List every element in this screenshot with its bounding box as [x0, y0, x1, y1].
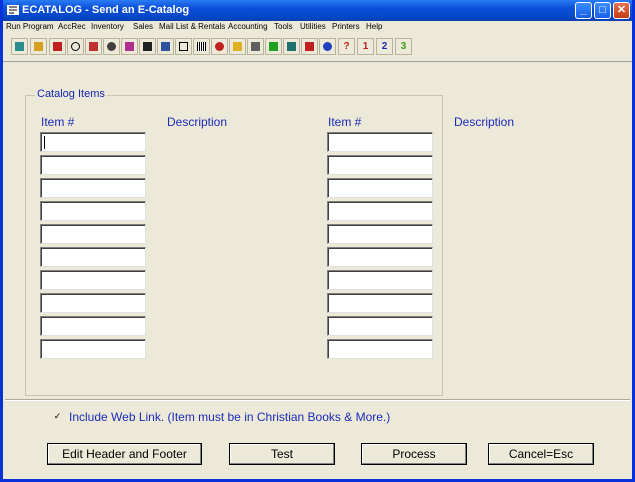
network-icon[interactable]: [157, 38, 174, 55]
maximize-button[interactable]: □: [594, 2, 611, 19]
number-two-icon[interactable]: 2: [376, 38, 393, 55]
item-number-input-left[interactable]: [40, 270, 146, 290]
checklist-icon[interactable]: [121, 38, 138, 55]
item-number-input-left[interactable]: [40, 247, 146, 267]
help-icon[interactable]: ?: [338, 38, 355, 55]
item-number-input-left[interactable]: [40, 132, 146, 152]
phone-icon[interactable]: [103, 38, 120, 55]
item-number-input-left[interactable]: [40, 178, 146, 198]
lock-icon[interactable]: [229, 38, 246, 55]
tag-icon[interactable]: [301, 38, 318, 55]
menu-accrec[interactable]: AccRec: [58, 22, 86, 31]
toolbar: ? 1 2 3: [3, 34, 632, 62]
clock-icon[interactable]: [67, 38, 84, 55]
item-number-input-right[interactable]: [327, 293, 433, 313]
ecatalog-window: ECATALOG - Send an E-Catalog _ □ ✕ Run P…: [0, 0, 635, 482]
item-number-input-right[interactable]: [327, 178, 433, 198]
menu-utilities[interactable]: Utilities: [300, 22, 326, 31]
include-web-link-checkbox[interactable]: ✓: [53, 412, 62, 421]
item-number-input-left[interactable]: [40, 224, 146, 244]
gold-icon[interactable]: [30, 38, 47, 55]
chart-icon[interactable]: [265, 38, 282, 55]
item-number-input-right[interactable]: [327, 316, 433, 336]
app-icon: [7, 5, 19, 15]
item-number-input-left[interactable]: [40, 316, 146, 336]
title-bar: ECATALOG - Send an E-Catalog _ □ ✕: [3, 0, 632, 21]
minimize-button[interactable]: _: [575, 2, 592, 19]
item-number-input-right[interactable]: [327, 247, 433, 267]
menu-inventory[interactable]: Inventory: [91, 22, 124, 31]
number-one-icon[interactable]: 1: [357, 38, 374, 55]
item-number-input-right[interactable]: [327, 132, 433, 152]
calculator-icon[interactable]: [11, 38, 28, 55]
cancel-button[interactable]: Cancel=Esc: [488, 443, 594, 465]
group-title: Catalog Items: [35, 88, 107, 100]
menu-sales[interactable]: Sales: [133, 22, 153, 31]
menu-help[interactable]: Help: [366, 22, 382, 31]
description-header-right: Description: [454, 115, 515, 129]
menu-mail-list[interactable]: Mail List & Rentals: [159, 22, 225, 31]
item-number-input-right[interactable]: [327, 339, 433, 359]
menu-accounting[interactable]: Accounting: [228, 22, 268, 31]
text-caret: [44, 136, 45, 149]
cabinet-icon[interactable]: [247, 38, 264, 55]
item-number-input-left[interactable]: [40, 201, 146, 221]
globe-icon[interactable]: [319, 38, 336, 55]
item-number-header-left: Item #: [41, 115, 75, 129]
calendar-icon[interactable]: [85, 38, 102, 55]
test-button[interactable]: Test: [229, 443, 335, 465]
item-number-input-right[interactable]: [327, 224, 433, 244]
item-number-input-right[interactable]: [327, 201, 433, 221]
edit-header-footer-button[interactable]: Edit Header and Footer: [47, 443, 202, 465]
item-number-input-left[interactable]: [40, 155, 146, 175]
window-icon[interactable]: [283, 38, 300, 55]
process-button[interactable]: Process: [361, 443, 467, 465]
item-number-input-left[interactable]: [40, 293, 146, 313]
menu-run-program[interactable]: Run Program: [6, 22, 54, 31]
item-number-input-right[interactable]: [327, 270, 433, 290]
truck-icon[interactable]: [49, 38, 66, 55]
number-three-icon[interactable]: 3: [395, 38, 412, 55]
separator: [5, 399, 630, 401]
binoculars-icon[interactable]: [139, 38, 156, 55]
description-header-left: Description: [167, 115, 228, 129]
glasses-icon[interactable]: [175, 38, 192, 55]
close-button[interactable]: ✕: [613, 2, 630, 19]
include-web-link-label: Include Web Link. (Item must be in Chris…: [69, 410, 391, 424]
barcode-icon[interactable]: [193, 38, 210, 55]
item-number-input-left[interactable]: [40, 339, 146, 359]
target-icon[interactable]: [211, 38, 228, 55]
window-title: ECATALOG - Send an E-Catalog: [22, 4, 190, 16]
item-number-input-right[interactable]: [327, 155, 433, 175]
item-number-header-right: Item #: [328, 115, 362, 129]
menu-tools[interactable]: Tools: [274, 22, 293, 31]
menu-bar: Run Program AccRec Inventory Sales Mail …: [3, 21, 632, 34]
menu-printers[interactable]: Printers: [332, 22, 360, 31]
